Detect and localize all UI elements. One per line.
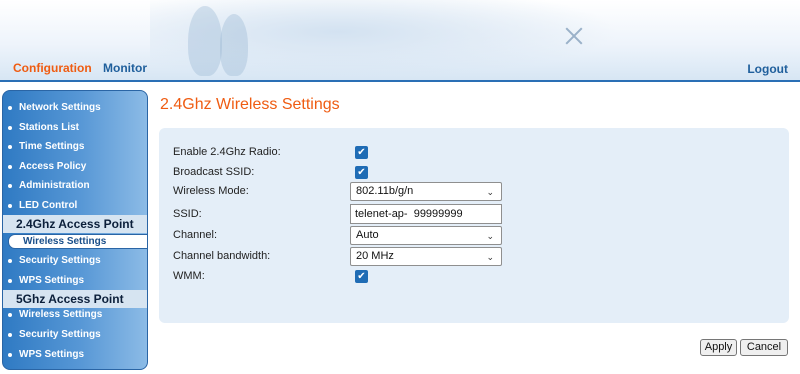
channel-value: Auto xyxy=(356,229,379,241)
chevron-down-icon: ⌄ xyxy=(486,231,494,241)
sidebar-item-network-settings[interactable]: Network Settings xyxy=(3,99,147,117)
channel-select[interactable]: Auto ⌄ xyxy=(350,226,502,245)
chevron-down-icon: ⌄ xyxy=(486,187,494,197)
sidebar-item-led-control[interactable]: LED Control xyxy=(3,197,147,215)
sidebar: Network Settings Stations List Time Sett… xyxy=(2,90,148,370)
logout-link[interactable]: Logout xyxy=(747,62,788,76)
sidebar-item-administration[interactable]: Administration xyxy=(3,177,147,195)
label-channel-bandwidth: Channel bandwidth: xyxy=(173,250,271,262)
label-wireless-mode: Wireless Mode: xyxy=(173,185,249,197)
sidebar-item-5-wireless-settings[interactable]: Wireless Settings xyxy=(3,306,147,324)
chevron-down-icon: ⌄ xyxy=(486,252,494,262)
wmm-checkbox[interactable]: ✔ xyxy=(355,270,368,283)
channel-bandwidth-value: 20 MHz xyxy=(356,250,394,262)
tab-configuration[interactable]: Configuration xyxy=(13,61,92,75)
cancel-button[interactable]: Cancel xyxy=(740,339,788,356)
banner-logo-icon xyxy=(563,25,585,47)
sidebar-item-24-wireless-settings[interactable]: Wireless Settings xyxy=(8,234,147,249)
broadcast-ssid-checkbox[interactable]: ✔ xyxy=(355,166,368,179)
wireless-mode-value: 802.11b/g/n xyxy=(356,185,414,197)
channel-bandwidth-select[interactable]: 20 MHz ⌄ xyxy=(350,247,502,266)
label-channel: Channel: xyxy=(173,229,218,241)
sidebar-section-24ghz: 2.4Ghz Access Point xyxy=(3,215,147,233)
banner-illustration xyxy=(150,0,620,80)
label-ssid: SSID: xyxy=(173,208,202,220)
wireless-mode-select[interactable]: 802.11b/g/n ⌄ xyxy=(350,182,502,201)
header-banner: Configuration Monitor Logout xyxy=(0,0,800,82)
sidebar-item-5-wps-settings[interactable]: WPS Settings xyxy=(3,346,147,364)
sidebar-item-24-security-settings[interactable]: Security Settings xyxy=(3,252,147,270)
ssid-input[interactable]: telenet-ap- 99999999 xyxy=(350,204,502,224)
check-icon: ✔ xyxy=(357,271,366,282)
label-enable-radio: Enable 2.4Ghz Radio: xyxy=(173,146,281,158)
sidebar-item-access-policy[interactable]: Access Policy xyxy=(3,158,147,176)
enable-radio-checkbox[interactable]: ✔ xyxy=(355,146,368,159)
sidebar-item-time-settings[interactable]: Time Settings xyxy=(3,138,147,156)
apply-button[interactable]: Apply xyxy=(700,339,737,356)
sidebar-item-5-security-settings[interactable]: Security Settings xyxy=(3,326,147,344)
tab-monitor[interactable]: Monitor xyxy=(103,61,147,75)
label-wmm: WMM: xyxy=(173,270,205,282)
sidebar-item-stations-list[interactable]: Stations List xyxy=(3,119,147,137)
label-broadcast-ssid: Broadcast SSID: xyxy=(173,166,255,178)
check-icon: ✔ xyxy=(357,167,366,178)
page-title: 2.4Ghz Wireless Settings xyxy=(160,96,340,113)
sidebar-item-24-wps-settings[interactable]: WPS Settings xyxy=(3,272,147,290)
check-icon: ✔ xyxy=(357,147,366,158)
